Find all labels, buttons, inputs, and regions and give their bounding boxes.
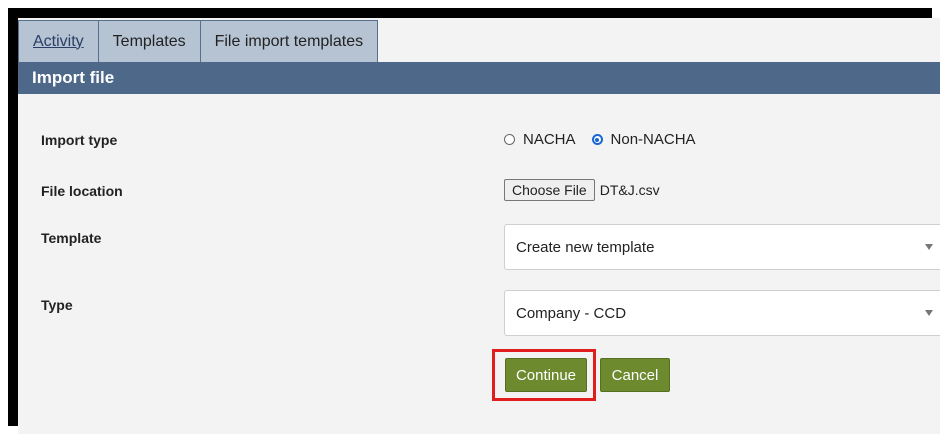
template-label: Template <box>41 230 102 246</box>
import-type-label: Import type <box>41 132 118 148</box>
file-input: Choose File DT&J.csv <box>504 179 660 201</box>
tab-activity[interactable]: Activity <box>18 20 99 62</box>
template-select[interactable]: Create new template <box>504 224 940 270</box>
cancel-button[interactable]: Cancel <box>600 358 670 392</box>
import-type-radio-group: NACHA Non-NACHA <box>504 131 712 148</box>
file-location-label: File location <box>41 183 123 199</box>
tab-file-import-templates[interactable]: File import templates <box>199 20 379 62</box>
continue-highlight-box <box>492 349 596 401</box>
tab-bar: Activity Templates File import templates <box>18 20 379 62</box>
chevron-down-icon <box>925 244 933 250</box>
choose-file-button[interactable]: Choose File <box>504 179 595 201</box>
chevron-down-icon <box>925 310 933 316</box>
section-header: Import file <box>18 62 940 94</box>
template-select-value: Create new template <box>516 238 655 256</box>
file-name: DT&J.csv <box>599 182 660 198</box>
import-panel: Activity Templates File import templates… <box>18 18 940 434</box>
radio-non-nacha[interactable] <box>591 134 603 145</box>
tab-templates[interactable]: Templates <box>97 20 201 62</box>
radio-nacha-label[interactable]: NACHA <box>523 131 576 148</box>
type-select-value: Company - CCD <box>516 304 627 322</box>
radio-nacha[interactable] <box>504 134 515 145</box>
type-label: Type <box>41 297 73 313</box>
section-title: Import file <box>32 68 115 87</box>
radio-non-nacha-label[interactable]: Non-NACHA <box>611 131 696 148</box>
type-select[interactable]: Company - CCD <box>504 290 940 336</box>
